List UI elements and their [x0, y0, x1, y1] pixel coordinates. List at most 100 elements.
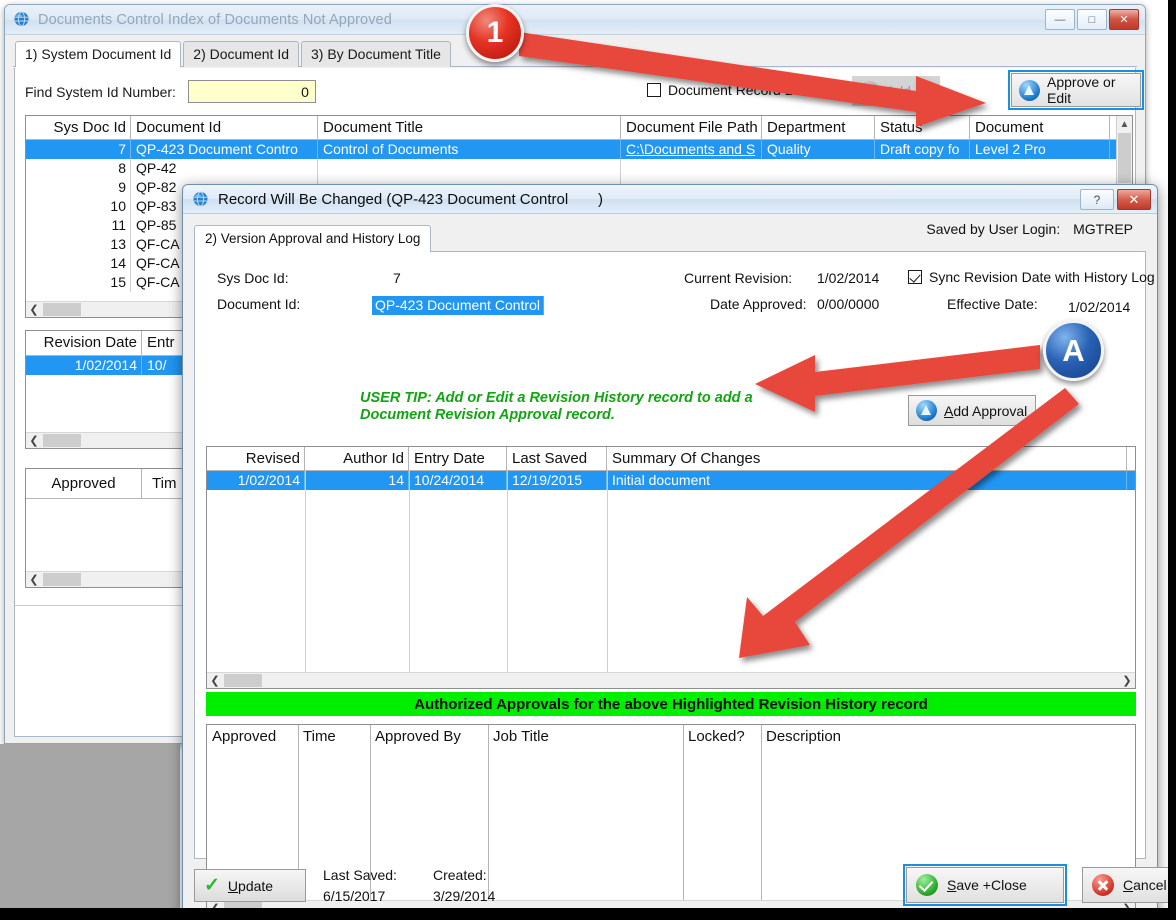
maximize-button[interactable]: □	[1077, 9, 1107, 30]
cell-document-title: Control of Documents	[318, 140, 621, 159]
col-document-id[interactable]: Document Id	[131, 116, 318, 139]
col-summary-of-changes[interactable]: Summary Of Changes	[607, 447, 1127, 470]
cell-department: Quality	[762, 140, 875, 159]
document-id-input[interactable]: QP-423 Document Control	[372, 296, 544, 315]
revision-history-grid[interactable]: Revised Author Id Entry Date Last Saved …	[206, 446, 1136, 689]
table-row[interactable]: 8 QP-42	[26, 159, 1132, 178]
col-revision-date[interactable]: Revision Date	[26, 331, 142, 355]
approve-or-edit-button[interactable]: Approve or Edit	[1011, 73, 1141, 107]
cell-status: Draft copy fo	[875, 140, 970, 159]
cell-revision-date: 1/02/2014	[26, 356, 142, 375]
scroll-left-icon[interactable]: ❮	[26, 434, 42, 447]
col-author-id[interactable]: Author Id	[305, 447, 409, 470]
cell-revised: 1/02/2014	[207, 471, 305, 490]
col-revised[interactable]: Revised	[207, 447, 305, 470]
table-row[interactable]: 1/02/2014 14 10/24/2014 12/19/2015 Initi…	[207, 471, 1135, 490]
scroll-thumb[interactable]	[43, 573, 81, 586]
cell-document-file-path: C:\Documents and S	[621, 140, 762, 159]
add-button[interactable]: Add	[852, 76, 940, 106]
revision-history-horizontal-scrollbar[interactable]: ❮ ❯	[207, 672, 1135, 688]
col-approved-by[interactable]: Approved By	[370, 725, 488, 749]
scroll-right-icon[interactable]: ❯	[1119, 674, 1135, 687]
tab-version-approval-and-history-log[interactable]: 2) Version Approval and History Log	[194, 225, 431, 251]
cell-sys-doc-id: 15	[26, 273, 131, 292]
scroll-left-icon[interactable]: ❮	[26, 303, 42, 316]
tab-by-document-title[interactable]: 3) By Document Title	[301, 41, 451, 67]
created-label: Created:	[433, 867, 487, 883]
find-system-id-label: Find System Id Number:	[25, 84, 176, 100]
col-document-title[interactable]: Document Title	[318, 116, 621, 139]
cell-sys-doc-id: 10	[26, 197, 131, 216]
add-approval-button[interactable]: Add Approval	[908, 395, 1036, 426]
plus-circle-icon	[859, 81, 880, 102]
screenshot-right-border	[1168, 0, 1176, 920]
col-job-title[interactable]: Job Title	[488, 725, 683, 749]
table-row[interactable]: 7 QP-423 Document Contro Control of Docu…	[26, 140, 1132, 159]
effective-date-value: 1/02/2014	[1068, 299, 1130, 315]
effective-date-label: Effective Date:	[947, 296, 1038, 312]
green-check-circle-icon	[916, 874, 938, 896]
help-button[interactable]: ?	[1080, 189, 1114, 210]
col-document[interactable]: Document	[970, 116, 1110, 139]
add-approval-label: Add Approval	[944, 403, 1027, 419]
last-saved-label: Last Saved:	[323, 867, 397, 883]
cell-sys-doc-id: 14	[26, 254, 131, 273]
scroll-thumb[interactable]	[43, 303, 81, 316]
col-document-file-path[interactable]: Document File Path	[621, 116, 762, 139]
saved-by-user-login: Saved by User Login: MGTREP	[926, 221, 1133, 237]
last-saved-value: 6/15/2017	[323, 888, 385, 904]
scroll-left-icon[interactable]: ❮	[26, 573, 42, 586]
col-description[interactable]: Description	[761, 725, 1131, 749]
save-close-label: Save +Close	[947, 877, 1027, 893]
dialog-body: Sys Doc Id: 7 Document Id: QP-423 Docume…	[194, 251, 1146, 859]
col-locked[interactable]: Locked?	[683, 725, 761, 749]
col-department[interactable]: Department	[762, 116, 875, 139]
col-approved[interactable]: Approved	[207, 725, 298, 749]
column-divider	[507, 471, 508, 672]
cell-sys-doc-id: 7	[26, 140, 131, 159]
scroll-thumb[interactable]	[43, 434, 81, 447]
col-last-saved[interactable]: Last Saved	[507, 447, 607, 470]
tab-document-id[interactable]: 2) Document Id	[183, 41, 299, 67]
update-button[interactable]: ✓ Update	[194, 869, 306, 902]
col-status[interactable]: Status	[875, 116, 970, 139]
cancel-button[interactable]: Cancel	[1082, 867, 1176, 903]
cell-sys-doc-id: 8	[26, 159, 131, 178]
minimize-button[interactable]: —	[1045, 9, 1075, 30]
scroll-thumb[interactable]	[224, 674, 262, 687]
documents-grid-header: Sys Doc Id Document Id Document Title Do…	[26, 116, 1132, 140]
dialog-title-paren: )	[598, 191, 603, 208]
saved-by-value: MGTREP	[1073, 221, 1133, 237]
date-approved-value: 0/00/0000	[817, 296, 879, 312]
col-entry-date[interactable]: Entry Date	[409, 447, 507, 470]
blue-triangle-icon	[1019, 80, 1040, 101]
current-revision-value: 1/02/2014	[817, 270, 879, 286]
scroll-thumb[interactable]	[1118, 133, 1131, 183]
sys-doc-id-value: 7	[393, 270, 401, 286]
save-close-button[interactable]: Save +Close	[906, 867, 1064, 903]
globe-icon	[13, 11, 30, 28]
close-button[interactable]: ✕	[1109, 9, 1139, 30]
update-label: Update	[228, 878, 273, 894]
main-tabs: 1) System Document Id 2) Document Id 3) …	[5, 39, 1145, 67]
saved-by-label: Saved by User Login:	[926, 221, 1060, 237]
scroll-up-icon[interactable]: ▲	[1117, 116, 1132, 133]
col-approved[interactable]: Approved	[26, 469, 142, 498]
col-sys-doc-id[interactable]: Sys Doc Id	[26, 116, 131, 139]
dialog-titlebar[interactable]: Record Will Be Changed (QP-423 Document …	[183, 185, 1157, 214]
checkbox-box-icon	[647, 83, 661, 97]
col-time[interactable]: Time	[298, 725, 370, 749]
sync-revision-date-label: Sync Revision Date with History Log	[929, 269, 1155, 285]
scroll-left-icon[interactable]: ❮	[207, 674, 223, 687]
cell-sys-doc-id: 13	[26, 235, 131, 254]
main-window-title: Documents Control Index of Documents Not…	[38, 12, 392, 28]
tab-system-document-id[interactable]: 1) System Document Id	[15, 41, 181, 67]
sync-revision-date-checkbox[interactable]: Sync Revision Date with History Log	[908, 269, 1155, 285]
find-system-id-input[interactable]: 0	[188, 80, 316, 103]
document-record-locked-checkbox[interactable]: Document Record Locked	[647, 82, 830, 98]
main-window-titlebar[interactable]: Documents Control Index of Documents Not…	[5, 5, 1145, 35]
dialog-tabs: 2) Version Approval and History Log	[194, 225, 431, 251]
cell-author-id: 14	[305, 471, 409, 490]
cell-sys-doc-id: 9	[26, 178, 131, 197]
close-button[interactable]: ✕	[1117, 189, 1151, 210]
